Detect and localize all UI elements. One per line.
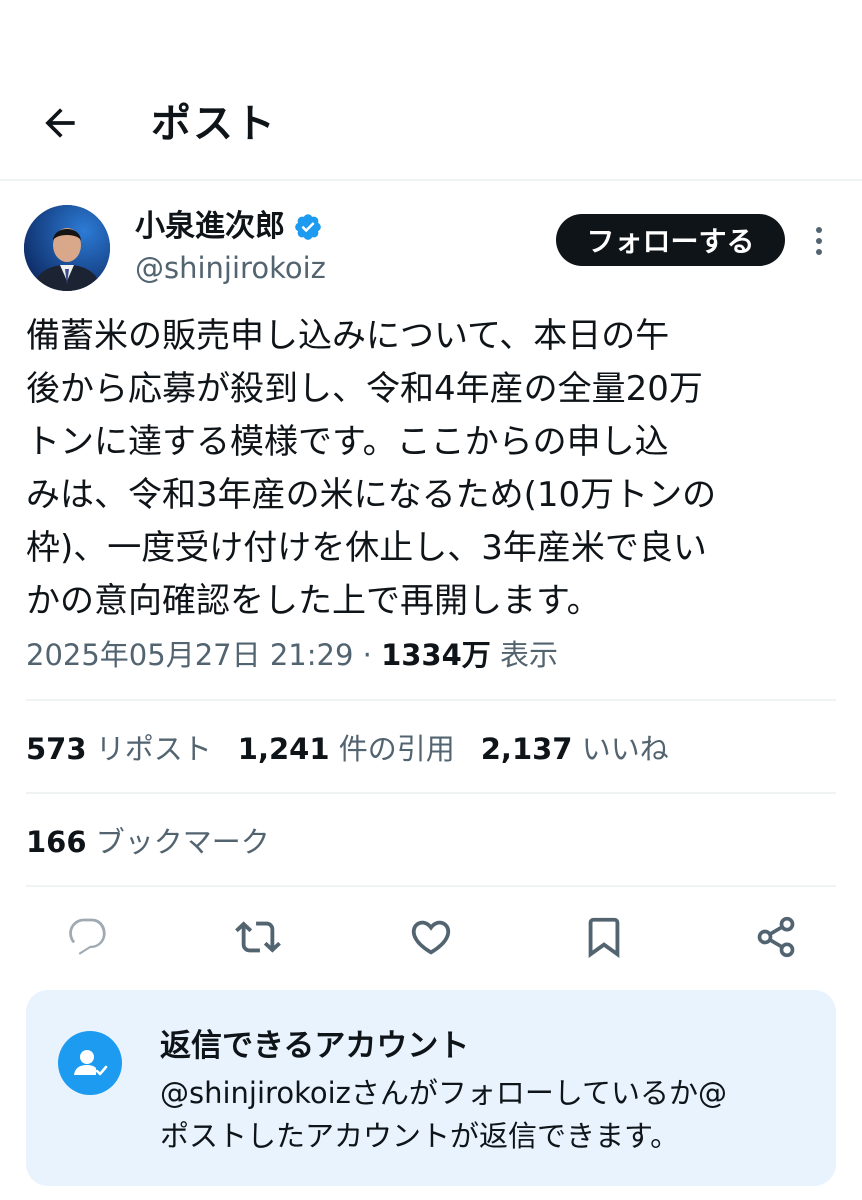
engagement-stats: 573 リポスト 1,241 件の引用 2,137 いいね [26,728,669,770]
view-count-label: 表示 [500,638,559,672]
quotes-count: 1,241 [237,732,330,766]
post-text-line: 備蓄米の販売申し込みについて、本日の午 [26,316,670,356]
reposts-label: リポスト [95,732,212,766]
share-icon [757,916,795,958]
author-display-name[interactable]: 小泉進次郎 [135,209,285,245]
reply-button[interactable] [64,912,112,962]
likes-stat[interactable]: 2,137 いいね [481,732,669,766]
post-text-line: みは、令和3年産の米になるため(10万トンの [26,475,717,515]
post-text-line: 枠)、一度受け付けを休止し、3年産米で良い [26,528,707,568]
repost-icon [235,921,281,953]
verified-badge-icon [295,214,321,240]
quotes-label: 件の引用 [338,732,455,766]
post-text-line: 後から応募が殺到し、令和4年産の全量20万 [26,369,703,409]
author-handle[interactable]: @shinjirokoiz [135,250,326,286]
post-timestamp[interactable]: 2025年05月27日 21:29 [26,638,353,672]
stats-divider [26,792,836,794]
post-text: 備蓄米の販売申し込みについて、本日の午 後から応募が殺到し、令和4年産の全量20… [26,310,836,628]
reply-restriction-title: 返信できるアカウント [160,1028,470,1064]
repost-button[interactable] [234,912,282,962]
top-bar: ポスト [0,0,862,180]
reply-restriction-badge [58,1031,122,1095]
bookmarks-count: 166 [26,825,87,859]
bookmarks-label: ブックマーク [95,825,270,859]
reply-restriction-text: @shinjirokoizさんがフォローしているか@ [160,1076,727,1110]
user-check-icon [74,1050,108,1076]
page-title: ポスト [151,101,277,147]
reply-icon [69,918,106,955]
post-meta: 2025年05月27日 21:29 · 1334万 表示 [26,634,558,676]
bookmark-button[interactable] [580,912,628,962]
bookmarks-divider [26,885,836,887]
view-count: 1334万 [381,638,491,672]
likes-label: いいね [581,732,669,766]
bookmarks-stat: 166 ブックマーク [26,821,270,863]
meta-separator: · [362,638,372,672]
header-divider [0,179,862,181]
arrow-left-icon[interactable] [38,101,82,145]
reply-restriction-text: ポストしたアカウントが返信できます。 [160,1119,680,1153]
post-text-line: トンに達する模様です。ここからの申し込 [26,422,669,462]
quotes-stat[interactable]: 1,241 件の引用 [238,732,455,766]
like-button[interactable] [407,912,455,962]
like-icon [411,920,451,955]
reposts-count: 573 [26,732,87,766]
likes-count: 2,137 [480,732,573,766]
bookmark-icon [588,917,620,958]
meta-divider [26,699,836,701]
post-text-line: かの意向確認をした上で再開します。 [26,581,601,621]
avatar-image [24,205,110,291]
follow-button[interactable]: フォローする [556,214,785,266]
reposts-stat[interactable]: 573 リポスト [26,732,212,766]
share-button[interactable] [752,912,800,962]
author-name-row[interactable]: 小泉進次郎 [135,208,323,246]
avatar[interactable] [24,205,110,291]
more-options-icon[interactable] [810,222,828,260]
